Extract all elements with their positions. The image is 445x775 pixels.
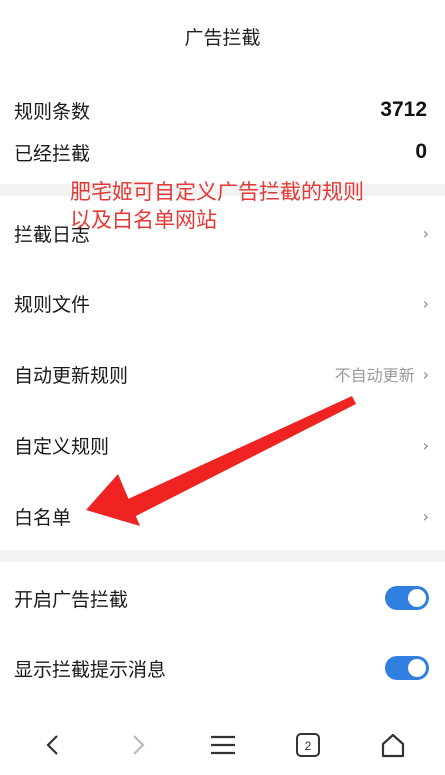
toggle-row-enable-adblock: 开启广告拦截: [0, 563, 445, 633]
menu-item-auto-update[interactable]: 自动更新规则 不自动更新 ›: [0, 339, 445, 409]
chevron-right-icon: ›: [422, 435, 429, 455]
menu-item-custom-rules[interactable]: 自定义规则 ›: [0, 410, 445, 480]
rules-count-label: 规则条数: [14, 100, 91, 123]
toggle-knob: [408, 659, 426, 677]
annotation-line-2: 以及白名单网站: [70, 208, 217, 232]
tabs-button[interactable]: 2: [283, 720, 333, 770]
chevron-right-icon: [132, 735, 145, 755]
tabs-icon: 2: [295, 733, 320, 757]
menu-item-rule-file[interactable]: 规则文件 ›: [0, 268, 445, 338]
menu-item-label: 规则文件: [14, 293, 91, 316]
back-button[interactable]: [28, 720, 78, 770]
home-icon: [381, 733, 404, 758]
section-divider: [0, 550, 445, 562]
chevron-right-icon: ›: [422, 223, 429, 243]
menu-item-label: 自定义规则: [14, 435, 110, 458]
home-button[interactable]: [368, 720, 418, 770]
enable-adblock-toggle[interactable]: [385, 586, 429, 610]
toggle-row-show-tip: 显示拦截提示消息: [0, 633, 445, 703]
chevron-right-icon: ›: [422, 293, 429, 313]
rules-count-value: 3712: [380, 98, 427, 121]
menu-button[interactable]: [198, 720, 248, 770]
blocked-count-label: 已经拦截: [14, 142, 91, 165]
toggle-label: 开启广告拦截: [14, 588, 129, 611]
blocked-count-row: 已经拦截 0: [0, 132, 445, 172]
annotation-line-1: 肥宅姬可自定义广告拦截的规则: [70, 180, 364, 204]
toggle-label: 显示拦截提示消息: [14, 658, 167, 681]
blocked-count-value: 0: [415, 140, 427, 163]
chevron-right-icon: ›: [422, 364, 429, 384]
hamburger-menu-icon: [210, 735, 235, 755]
page-title: 广告拦截: [184, 26, 261, 49]
show-tip-toggle[interactable]: [385, 656, 429, 680]
menu-item-whitelist[interactable]: 白名单 ›: [0, 481, 445, 551]
menu-item-label: 自动更新规则: [14, 364, 129, 387]
bottom-nav-bar: 2: [0, 715, 445, 775]
chevron-left-icon: [45, 735, 58, 755]
annotation-text: 肥宅姬可自定义广告拦截的规则 以及白名单网站: [70, 178, 415, 234]
menu-item-label: 白名单: [14, 506, 72, 529]
tab-count: 2: [304, 739, 311, 753]
forward-button[interactable]: [113, 720, 163, 770]
toggle-knob: [408, 589, 426, 607]
chevron-right-icon: ›: [422, 506, 429, 526]
auto-update-value: 不自动更新: [334, 366, 415, 385]
rules-count-row: 规则条数 3712: [0, 90, 445, 130]
